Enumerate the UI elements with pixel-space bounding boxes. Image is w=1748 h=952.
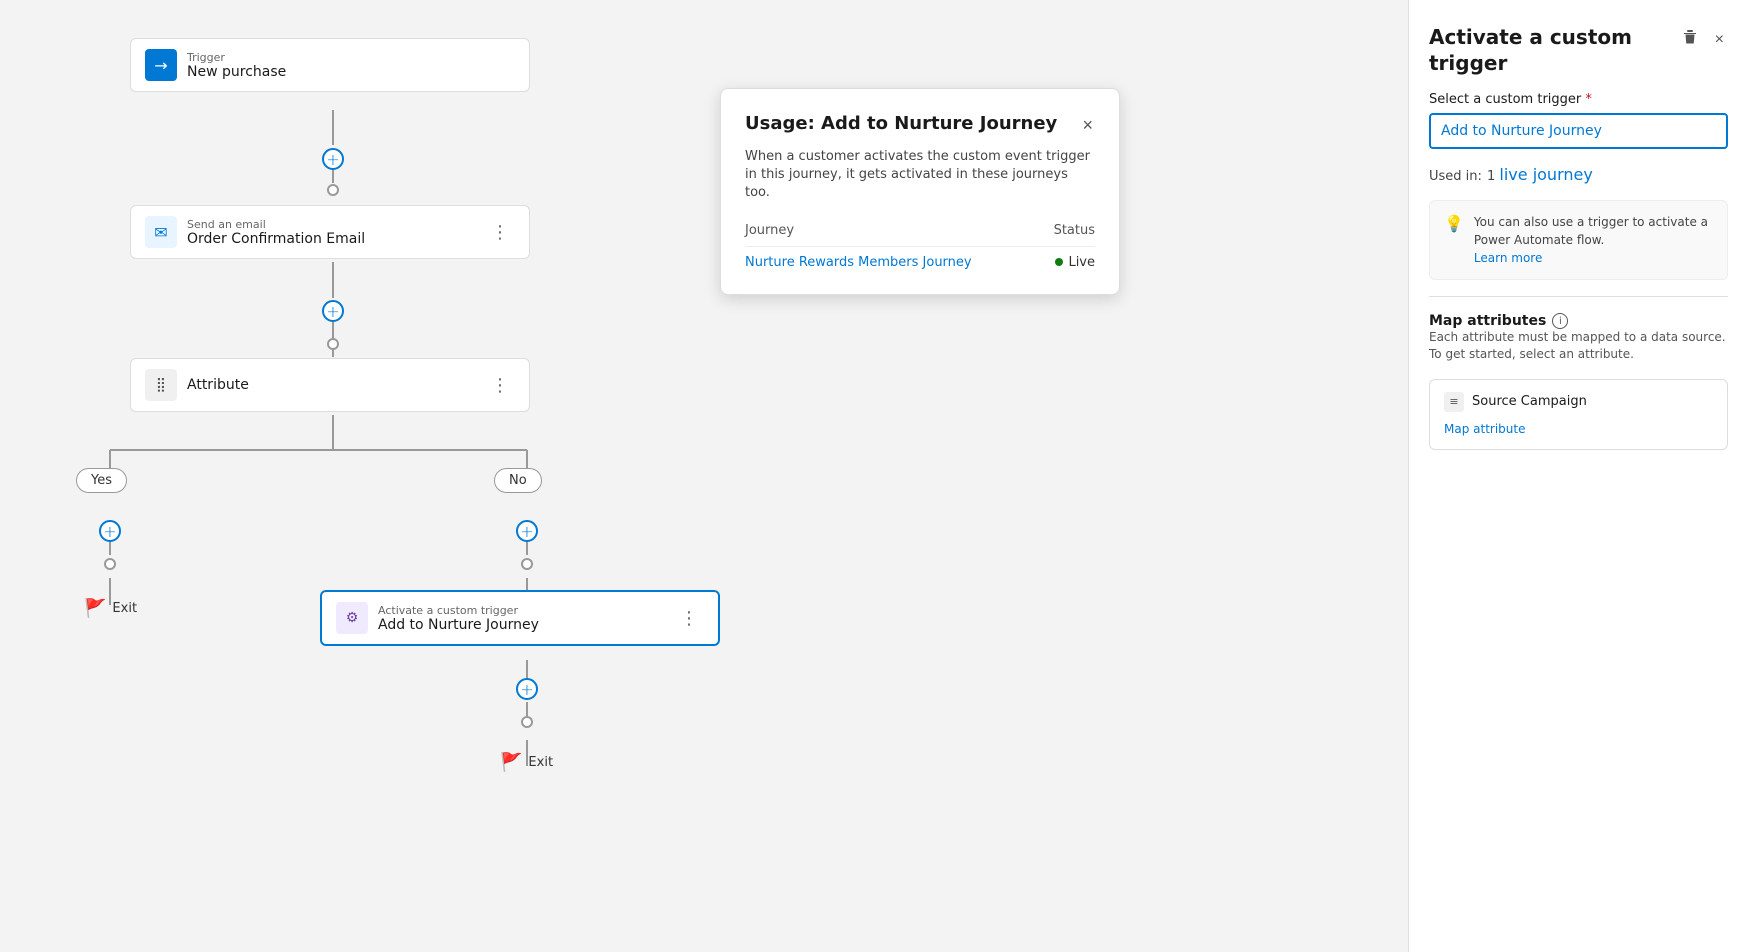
trigger-select-section: Select a custom trigger * — [1429, 92, 1728, 149]
activate-node[interactable]: ⚙ Activate a custom trigger Add to Nurtu… — [320, 590, 720, 646]
attribute-icon: ⣿ — [145, 369, 177, 401]
trigger-select-label: Select a custom trigger * — [1429, 92, 1728, 107]
yes-circle — [104, 558, 116, 570]
add-after-activate[interactable]: + — [516, 678, 538, 700]
status-dot — [1055, 258, 1063, 266]
used-in-section: Used in: 1 live journey — [1429, 165, 1728, 184]
no-branch-label: No — [494, 468, 542, 493]
usage-table-row: Nurture Rewards Members Journey Live — [745, 255, 1095, 270]
post-activate-circle — [521, 716, 533, 728]
exit-no: 🚩 Exit — [500, 752, 553, 773]
email-label: Send an email — [187, 218, 365, 231]
usage-popup-header: Usage: Add to Nurture Journey × — [745, 113, 1095, 138]
connector-lines — [0, 0, 1408, 952]
exit-yes-flag: 🚩 — [84, 598, 106, 619]
add-yes-step[interactable]: + — [99, 520, 121, 542]
panel-title: Activate a custom trigger — [1429, 24, 1677, 76]
info-text: You can also use a trigger to activate a… — [1474, 215, 1708, 247]
info-box: 💡 You can also use a trigger to activate… — [1429, 200, 1728, 280]
exit-no-label: Exit — [528, 755, 553, 770]
email-menu[interactable]: ⋮ — [485, 220, 515, 245]
trigger-node[interactable]: → Trigger New purchase — [130, 38, 530, 92]
required-star: * — [1585, 92, 1592, 107]
exit-no-flag: 🚩 — [500, 752, 522, 773]
exit-yes-label: Exit — [112, 601, 137, 616]
trigger-icon: → — [145, 49, 177, 81]
attr-name: Source Campaign — [1472, 394, 1587, 409]
trigger-title: New purchase — [187, 64, 286, 80]
attr-icon: ≡ — [1444, 392, 1464, 412]
email-node[interactable]: ✉ Send an email Order Confirmation Email… — [130, 205, 530, 259]
journey-canvas: → Trigger New purchase + ✉ Send an email… — [0, 0, 1408, 952]
usage-table-header: Journey Status — [745, 223, 1095, 247]
attribute-node[interactable]: ⣿ Attribute ⋮ — [130, 358, 530, 412]
email-title: Order Confirmation Email — [187, 231, 365, 247]
exit-yes: 🚩 Exit — [84, 598, 137, 619]
trigger-input[interactable] — [1429, 113, 1728, 149]
status-live: Live — [1055, 255, 1095, 270]
bulb-icon: 💡 — [1444, 214, 1464, 233]
usage-popup-title: Usage: Add to Nurture Journey — [745, 113, 1057, 134]
used-in-link[interactable]: live journey — [1499, 165, 1592, 184]
no-circle — [521, 558, 533, 570]
add-no-step[interactable]: + — [516, 520, 538, 542]
divider — [1429, 296, 1728, 297]
used-in-text: Used in: — [1429, 169, 1482, 184]
map-attributes-desc: Each attribute must be mapped to a data … — [1429, 329, 1728, 363]
activate-menu[interactable]: ⋮ — [674, 606, 704, 631]
connector-circle-1 — [327, 184, 339, 196]
map-attributes-header: Map attributes i — [1429, 313, 1728, 329]
yes-branch-label: Yes — [76, 468, 127, 493]
map-attribute-link[interactable]: Map attribute — [1444, 422, 1525, 436]
usage-popup-close[interactable]: × — [1080, 113, 1095, 138]
attribute-card: ≡ Source Campaign Map attribute — [1429, 379, 1728, 450]
connector-circle-2 — [327, 338, 339, 350]
close-panel-button[interactable]: × — [1711, 27, 1728, 53]
usage-popup-desc: When a customer activates the custom eve… — [745, 148, 1095, 203]
panel-header: Activate a custom trigger × — [1429, 24, 1728, 76]
activate-icon: ⚙ — [336, 602, 368, 634]
right-panel: Activate a custom trigger × Select a cus… — [1408, 0, 1748, 952]
status-text: Live — [1068, 255, 1095, 270]
journey-link[interactable]: Nurture Rewards Members Journey — [745, 255, 972, 270]
activate-title: Add to Nurture Journey — [378, 617, 539, 633]
attribute-title: Attribute — [187, 377, 249, 393]
journey-col-header: Journey — [745, 223, 1034, 238]
attribute-menu[interactable]: ⋮ — [485, 373, 515, 398]
trigger-label: Trigger — [187, 51, 286, 64]
status-col-header: Status — [1054, 223, 1095, 238]
delete-button[interactable] — [1677, 24, 1703, 55]
map-attributes-info-icon[interactable]: i — [1552, 313, 1568, 329]
activate-label: Activate a custom trigger — [378, 604, 539, 617]
email-icon: ✉ — [145, 216, 177, 248]
map-attributes-section: Map attributes i Each attribute must be … — [1429, 313, 1728, 363]
add-step-2[interactable]: + — [322, 300, 344, 322]
usage-popup: Usage: Add to Nurture Journey × When a c… — [720, 88, 1120, 295]
panel-actions: × — [1677, 24, 1728, 55]
used-in-count: 1 — [1487, 169, 1499, 184]
map-attributes-title: Map attributes — [1429, 313, 1546, 329]
learn-more-link[interactable]: Learn more — [1474, 251, 1542, 265]
add-step-1[interactable]: + — [322, 148, 344, 170]
